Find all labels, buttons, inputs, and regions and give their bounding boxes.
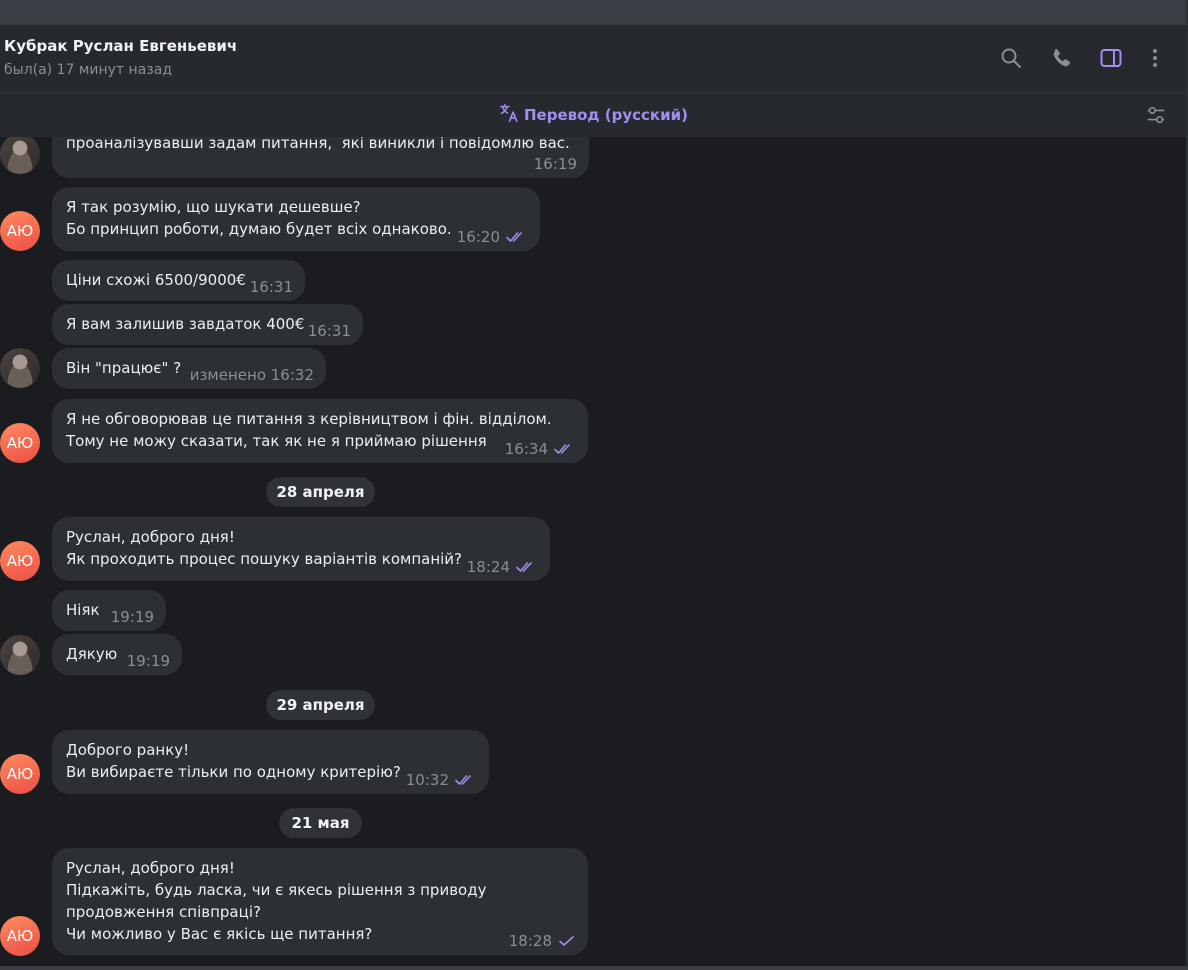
translation-bar: Перевод (русский) [0,92,1188,137]
filter-settings-icon[interactable] [1145,104,1167,126]
message-bubble[interactable]: Він "працює" ? изменено 16:32 [52,348,326,389]
message-bubble[interactable]: Доброго ранку! Ви вибираєте тільки по од… [52,730,489,794]
date-separator: 29 апреля [266,690,375,720]
double-check-icon [455,774,477,786]
message-bubble[interactable]: Я так розумію, що шукати дешевше? Бо при… [52,187,540,251]
translate-icon [498,102,520,128]
contact-avatar[interactable] [0,137,40,174]
message-time: 10:32 [405,771,449,789]
double-check-icon [554,443,576,455]
message-list[interactable]: проаналізувавши задам питання, які виник… [0,137,1188,966]
message-text: Я не обговорював це питання з керівництв… [66,410,552,450]
message-bubble[interactable]: Я не обговорював це питання з керівництв… [52,399,588,463]
message-bubble[interactable]: проаналізувавши задам питання, які виник… [52,137,589,178]
my-avatar[interactable]: АЮ [0,541,40,581]
contact-avatar[interactable] [0,635,40,675]
search-icon[interactable] [999,46,1023,70]
message-text: Руслан, доброго дня! Підкажіть, будь лас… [66,859,487,943]
chat-header: Кубрак Руслан Евгеньевич был(а) 17 минут… [0,25,1188,92]
message-bubble[interactable]: Я вам залишив завдаток 400€ 16:31 [52,304,363,345]
contact-status: был(а) 17 минут назад [4,62,172,78]
message-text: Руслан, доброго дня! Як проходить процес… [66,528,462,568]
translate-label: Перевод (русский) [524,106,688,124]
message-text: проаналізувавши задам питання, які виник… [66,137,570,152]
message-bubble[interactable]: Ціни схожі 6500/9000€ 16:31 [52,260,305,301]
message-time: 16:34 [504,440,548,458]
my-avatar[interactable]: АЮ [0,211,40,251]
message-time: 18:24 [466,558,510,576]
message-time: 18:28 [508,932,552,950]
contact-name[interactable]: Кубрак Руслан Евгеньевич [4,37,237,55]
phone-icon[interactable] [1050,46,1074,70]
window-top-strip [0,0,1188,25]
message-bubble[interactable]: Руслан, доброго дня! Як проходить процес… [52,517,550,581]
window-bottom-border [0,966,1188,970]
message-time: 16:31 [307,322,351,340]
sidebar-toggle-icon[interactable] [1099,46,1123,70]
message-time: 19:19 [126,652,170,670]
translate-button[interactable]: Перевод (русский) [498,103,688,127]
date-separator: 28 апреля [266,477,375,507]
my-avatar[interactable]: АЮ [0,754,40,794]
message-time: 16:31 [249,278,293,296]
single-check-icon [558,935,576,947]
more-vertical-icon[interactable] [1143,46,1167,70]
message-text: Я вам залишив завдаток 400€ [66,315,305,333]
double-check-icon [516,561,538,573]
message-bubble[interactable]: Руслан, доброго дня! Підкажіть, будь лас… [52,848,588,955]
message-bubble[interactable]: Ніяк 19:19 [52,590,166,631]
my-avatar[interactable]: АЮ [0,916,40,956]
date-separator: 21 мая [279,808,362,838]
message-bubble[interactable]: Дякую 19:19 [52,634,182,675]
message-time: 19:19 [110,608,154,626]
double-check-icon [506,231,528,243]
message-time: 16:19 [533,155,577,173]
contact-avatar[interactable] [0,348,40,388]
my-avatar[interactable]: АЮ [0,423,40,463]
message-time: 16:20 [456,228,500,246]
message-time: изменено 16:32 [189,366,314,384]
